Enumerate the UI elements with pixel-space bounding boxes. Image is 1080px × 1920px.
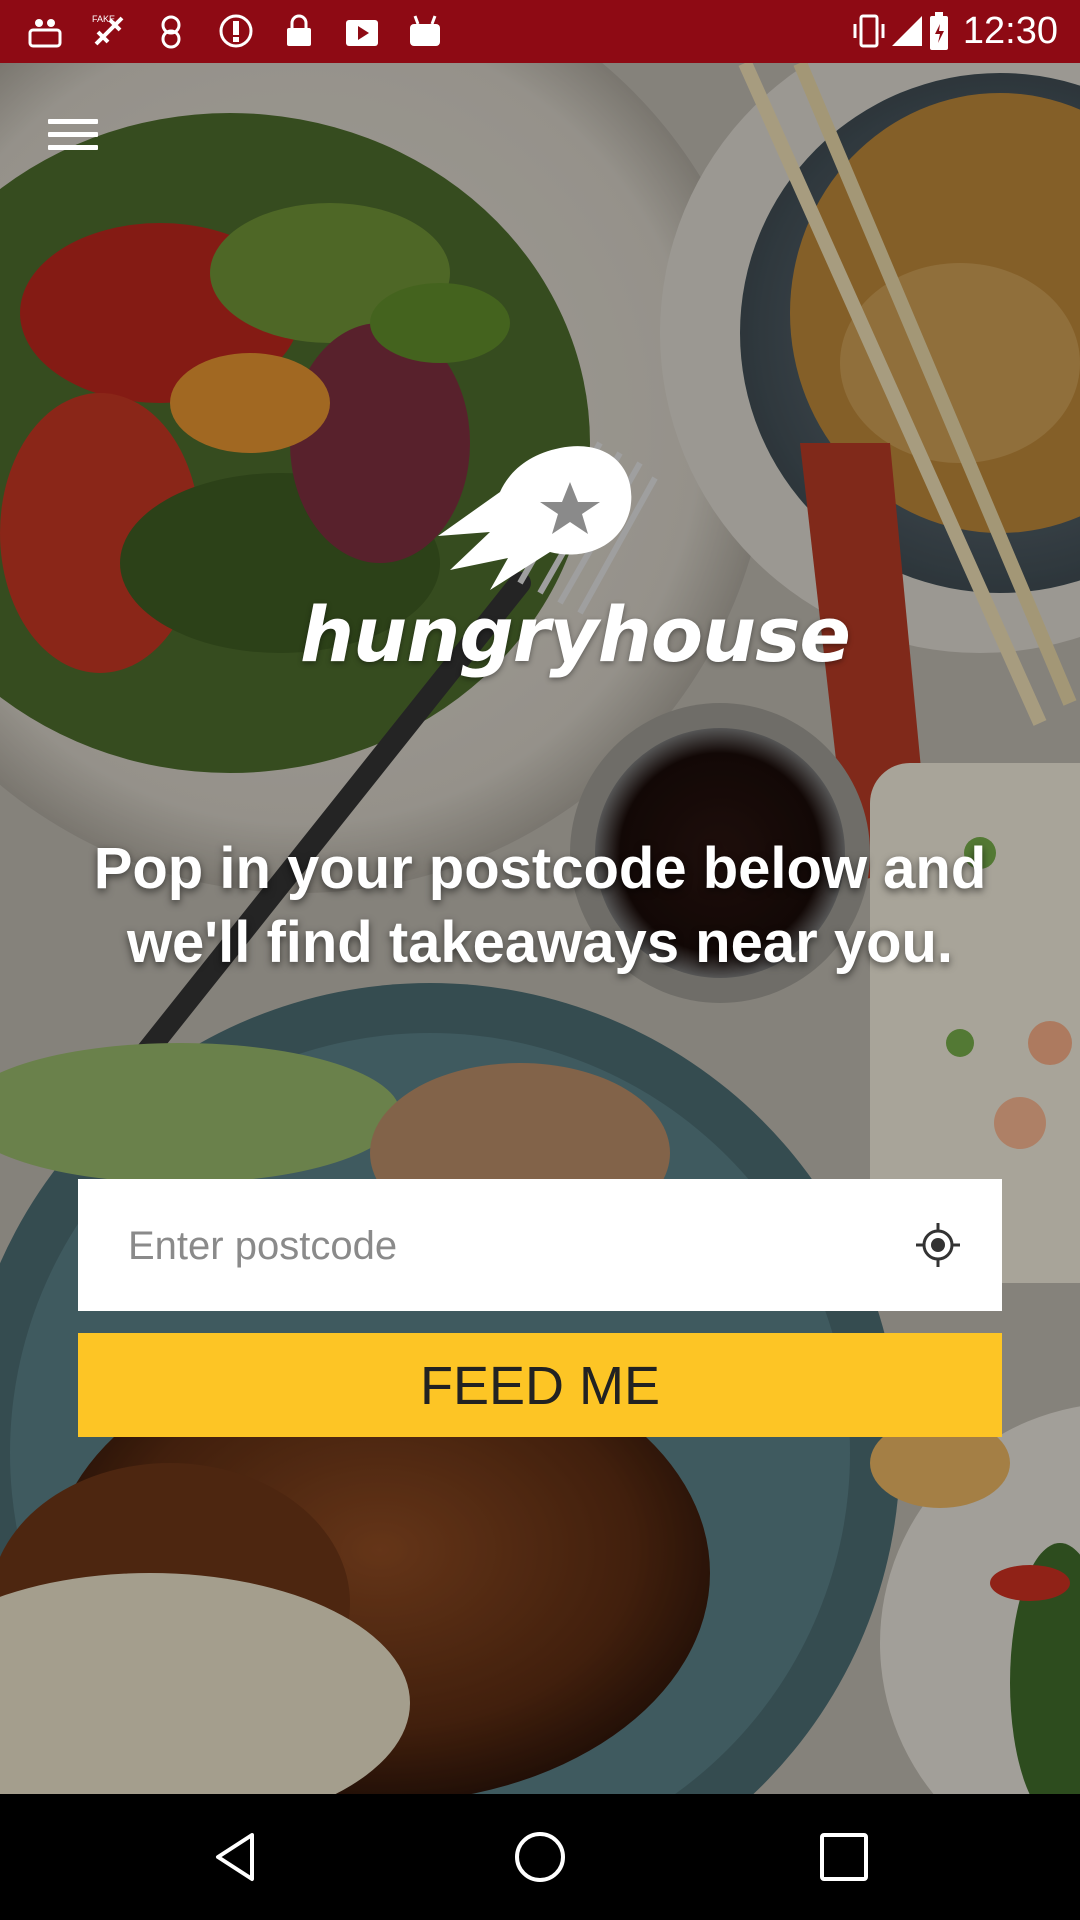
status-bar: FAKE 12:30 [0,0,1080,63]
hamburger-menu-icon[interactable] [40,110,110,160]
postcode-field[interactable] [78,1179,1002,1313]
recents-icon[interactable] [816,1829,872,1885]
headline: Pop in your postcode below and we'll fin… [93,836,987,975]
logo-wordmark: hungryhouse [300,590,851,679]
navigation-bar [0,1794,1080,1920]
back-icon[interactable] [208,1829,264,1885]
gps-target-icon[interactable] [914,1221,962,1269]
bag-icon [410,15,440,46]
assistant-icon [28,19,62,48]
postcode-input[interactable] [126,1179,890,1313]
vibrate-icon [853,14,885,48]
signal-icon [892,16,922,46]
battery-icon [930,12,948,50]
timer-icon [161,15,181,49]
hungryhouse-logo: hungryhouse [300,440,851,690]
svg-text:FAKE: FAKE [92,14,115,24]
info-icon [219,14,253,48]
home-icon[interactable] [512,1829,568,1885]
clock: 12:30 [962,10,1058,52]
feed-me-button[interactable]: FEED ME [78,1333,1002,1437]
play-store-icon [346,20,378,46]
fake-gps-icon: FAKE [92,14,124,46]
shooting-star-icon [438,446,632,590]
lock-icon [287,14,311,46]
